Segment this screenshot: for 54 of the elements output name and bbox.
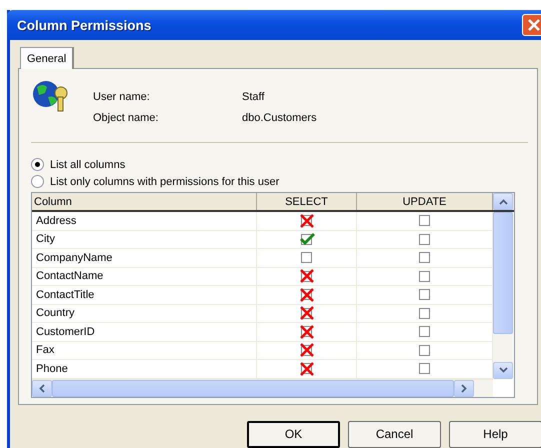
radio-button[interactable] [31, 175, 44, 188]
deny-checkbox[interactable] [300, 269, 314, 284]
radio-label[interactable]: List all columns [50, 158, 126, 170]
scroll-left-button[interactable] [32, 380, 52, 396]
caret-right-icon [461, 384, 467, 392]
deny-checkbox[interactable] [300, 306, 314, 320]
field-label: User name: [93, 91, 151, 103]
checkbox[interactable] [418, 324, 432, 339]
deny-checkbox[interactable] [300, 324, 314, 339]
checkbox[interactable] [418, 269, 432, 284]
table-cell: Country [32, 304, 257, 322]
table-cell: Fax [32, 342, 257, 359]
dialog-button[interactable]: OK [247, 420, 340, 448]
checkbox[interactable] [418, 343, 432, 358]
close-button[interactable] [522, 14, 541, 36]
checkbox[interactable] [300, 250, 314, 265]
deny-checkbox[interactable] [300, 288, 314, 302]
table-cell: ContactTitle [32, 286, 257, 304]
table-cell: CustomerID [32, 323, 257, 340]
scroll-up-button[interactable] [493, 193, 513, 210]
scroll-thumb[interactable] [493, 212, 513, 334]
table-cell: City [32, 230, 257, 248]
caret-left-icon [39, 384, 45, 392]
field-value: dbo.Customers [242, 112, 317, 124]
caret-down-icon [498, 367, 508, 373]
close-icon [526, 17, 541, 33]
deny-checkbox[interactable] [300, 343, 314, 358]
radio-button[interactable] [31, 158, 44, 171]
radio-label[interactable]: List only columns with permissions for this user [50, 176, 280, 188]
tab[interactable]: General [20, 47, 74, 69]
window-title: Column Permissions [16, 18, 152, 32]
checkbox[interactable] [418, 250, 432, 265]
grant-checkbox[interactable] [300, 232, 314, 246]
dialog-button[interactable]: Cancel [348, 420, 441, 448]
checkbox[interactable] [418, 214, 432, 228]
checkbox[interactable] [418, 288, 432, 302]
deny-checkbox[interactable] [300, 362, 314, 376]
table-cell: CompanyName [32, 249, 257, 266]
field-value: Staff [242, 91, 264, 103]
scroll-thumb[interactable] [52, 380, 454, 396]
caret-up-icon [498, 198, 508, 204]
deny-checkbox[interactable] [300, 214, 314, 228]
table-cell: ContactName [32, 268, 257, 285]
checkbox[interactable] [418, 362, 432, 376]
checkbox[interactable] [418, 232, 432, 246]
table-cell: Phone [32, 360, 257, 378]
column-header[interactable]: Column [32, 193, 257, 210]
table-cell: Address [32, 212, 257, 230]
dialog-button[interactable]: Help [449, 420, 541, 448]
checkbox[interactable] [418, 306, 432, 320]
scroll-down-button[interactable] [493, 362, 513, 378]
scroll-right-button[interactable] [454, 380, 474, 396]
column-header[interactable]: SELECT [257, 193, 357, 210]
field-label: Object name: [93, 112, 160, 124]
